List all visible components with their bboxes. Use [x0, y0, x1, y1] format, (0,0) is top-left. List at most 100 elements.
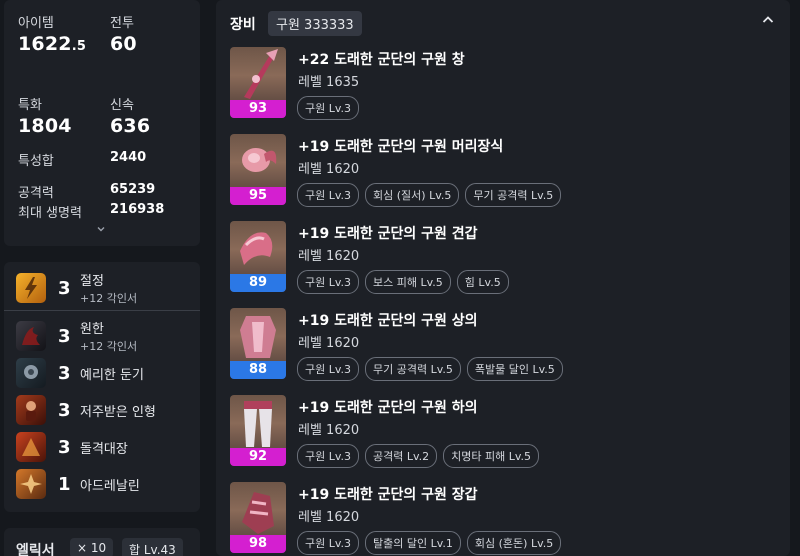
- effect-tag: 구원 Lv.3: [297, 444, 360, 468]
- effect-tag: 구원 Lv.3: [297, 96, 360, 120]
- effect-tag: 회심 (질서) Lv.5: [365, 183, 460, 207]
- equipment-item[interactable]: 89 +19 도래한 군단의 구원 견갑 레벨 1620 구원 Lv.3 보스 …: [230, 221, 780, 297]
- engraving-row[interactable]: 3 예리한 둔기: [16, 357, 144, 389]
- mace-icon: [16, 358, 46, 388]
- equipment-item[interactable]: 92 +19 도래한 군단의 구원 하의 레벨 1620 구원 Lv.3 공격력…: [230, 395, 780, 471]
- item-name: +22 도래한 군단의 구원 창: [298, 52, 465, 68]
- item-name: +19 도래한 군단의 구원 견갑: [298, 226, 478, 242]
- quality-badge: 92: [230, 448, 286, 466]
- item-name: +19 도래한 군단의 구원 하의: [298, 400, 478, 416]
- hp-label: 최대 생명력: [18, 206, 82, 221]
- hp-value: 216938: [110, 202, 165, 217]
- shoulder-icon: 89: [230, 221, 286, 292]
- item-level: 레벨 1620: [298, 249, 360, 264]
- engravings-panel: 3 절정 +12 각인서 3 원한 +12 각인서 3 예리한 둔기 3 저주받…: [4, 262, 200, 512]
- effect-tag: 치명타 피해 Lv.5: [443, 444, 540, 468]
- engraving-name: 원한: [80, 322, 104, 337]
- charge-icon: [16, 432, 46, 462]
- stats-panel: 아이템 1622.5 전투 60 특화 1804 신속 636 특성합 2440…: [4, 0, 200, 246]
- elixir-panel: 엘릭서 × 10 합 Lv.43: [4, 528, 200, 556]
- tag-list: 구원 Lv.3 공격력 Lv.2 치명타 피해 Lv.5: [297, 444, 540, 468]
- effect-tag: 무기 공격력 Lv.5: [365, 357, 461, 381]
- pants-icon: 92: [230, 395, 286, 466]
- equipment-panel: 장비 구원 333333 93 +22 도래한 군단의 구원 창 레벨 1635…: [216, 0, 790, 556]
- elixir-title: 엘릭서: [16, 543, 55, 556]
- effect-tag: 공격력 Lv.2: [365, 444, 438, 468]
- engraving-level: 3: [58, 436, 71, 458]
- item-name: +19 도래한 군단의 구원 머리장식: [298, 139, 504, 155]
- engraving-name: 돌격대장: [80, 441, 128, 457]
- item-name: +19 도래한 군단의 구원 상의: [298, 313, 478, 329]
- swift-value: 636: [110, 115, 151, 137]
- attack-value: 65239: [110, 182, 156, 197]
- engraving-row[interactable]: 3 원한 +12 각인서: [16, 320, 138, 353]
- effect-tag: 구원 Lv.3: [297, 531, 360, 555]
- set-badge: 구원 333333: [268, 11, 362, 36]
- spear-icon: 93: [230, 47, 286, 118]
- item-level-value: 1622.5: [18, 33, 87, 55]
- engraving-level: 1: [58, 473, 71, 495]
- effect-tag: 무기 공격력 Lv.5: [465, 183, 562, 207]
- engraving-name: 예리한 둔기: [80, 367, 144, 383]
- effect-tag: 구원 Lv.3: [297, 183, 360, 207]
- tag-list: 구원 Lv.3 보스 피해 Lv.5 힘 Lv.5: [297, 270, 509, 294]
- item-level-label: 아이템: [18, 16, 54, 31]
- crit-label: 특화: [18, 98, 42, 113]
- chevron-up-icon[interactable]: [760, 12, 776, 28]
- lightning-icon: [16, 273, 46, 303]
- elixir-count: × 10: [70, 538, 114, 556]
- gloves-icon: 98: [230, 482, 286, 553]
- elixir-total: 합 Lv.43: [122, 538, 183, 556]
- item-level: 레벨 1620: [298, 423, 360, 438]
- engraving-row[interactable]: 3 저주받은 인형: [16, 394, 156, 426]
- tag-list: 구원 Lv.3 회심 (질서) Lv.5 무기 공격력 Lv.5: [297, 183, 562, 207]
- effect-tag: 회심 (혼돈) Lv.5: [466, 531, 562, 555]
- engraving-row[interactable]: 3 돌격대장: [16, 431, 128, 463]
- quality-badge: 93: [230, 100, 286, 118]
- equipment-item[interactable]: 98 +19 도래한 군단의 구원 장갑 레벨 1620 구원 Lv.3 탈출의…: [230, 482, 780, 556]
- engraving-sub: +12 각인서: [80, 340, 138, 353]
- effect-tag: 보스 피해 Lv.5: [365, 270, 451, 294]
- equipment-title: 장비: [230, 17, 256, 33]
- engraving-level: 3: [58, 325, 71, 347]
- engraving-sub: +12 각인서: [80, 292, 138, 305]
- engraving-row[interactable]: 3 절정 +12 각인서: [16, 272, 138, 305]
- adrenaline-icon: [16, 469, 46, 499]
- engraving-level: 3: [58, 362, 71, 384]
- swift-stat: 신속 636: [110, 94, 150, 137]
- quality-badge: 95: [230, 187, 286, 205]
- chest-armor-icon: 88: [230, 308, 286, 379]
- combat-level-stat: 전투 60: [110, 12, 137, 55]
- attack-label: 공격력: [18, 186, 54, 201]
- item-name: +19 도래한 군단의 구원 장갑: [298, 487, 478, 503]
- quality-badge: 88: [230, 361, 286, 379]
- item-level: 레벨 1620: [298, 510, 360, 525]
- item-level: 레벨 1620: [298, 162, 360, 177]
- crit-stat: 특화 1804: [18, 94, 72, 137]
- effect-tag: 구원 Lv.3: [297, 357, 360, 381]
- engraving-level: 3: [58, 277, 71, 299]
- divider: [4, 310, 200, 311]
- helmet-icon: 95: [230, 134, 286, 205]
- equipment-item[interactable]: 88 +19 도래한 군단의 구원 상의 레벨 1620 구원 Lv.3 무기 …: [230, 308, 780, 384]
- chevron-down-icon[interactable]: [96, 224, 106, 234]
- quality-badge: 89: [230, 274, 286, 292]
- tag-list: 구원 Lv.3 무기 공격력 Lv.5 폭발물 달인 Lv.5: [297, 357, 563, 381]
- effect-tag: 탈출의 달인 Lv.1: [365, 531, 461, 555]
- engraving-row[interactable]: 1 아드레날린: [16, 468, 140, 500]
- engraving-name: 저주받은 인형: [80, 404, 156, 420]
- quality-badge: 98: [230, 535, 286, 553]
- effect-tag: 폭발물 달인 Lv.5: [466, 357, 563, 381]
- combat-level-value: 60: [110, 33, 137, 55]
- equipment-item[interactable]: 93 +22 도래한 군단의 구원 창 레벨 1635 구원 Lv.3: [230, 47, 780, 123]
- item-level: 레벨 1620: [298, 336, 360, 351]
- effect-tag: 구원 Lv.3: [297, 270, 360, 294]
- combat-level-label: 전투: [110, 16, 134, 31]
- trait-sum-value: 2440: [110, 150, 147, 165]
- engraving-name: 절정: [80, 274, 104, 289]
- tag-list: 구원 Lv.3: [297, 96, 360, 120]
- equipment-item[interactable]: 95 +19 도래한 군단의 구원 머리장식 레벨 1620 구원 Lv.3 회…: [230, 134, 780, 210]
- demon-icon: [16, 321, 46, 351]
- crit-value: 1804: [18, 115, 72, 137]
- item-level-stat: 아이템 1622.5: [18, 12, 86, 55]
